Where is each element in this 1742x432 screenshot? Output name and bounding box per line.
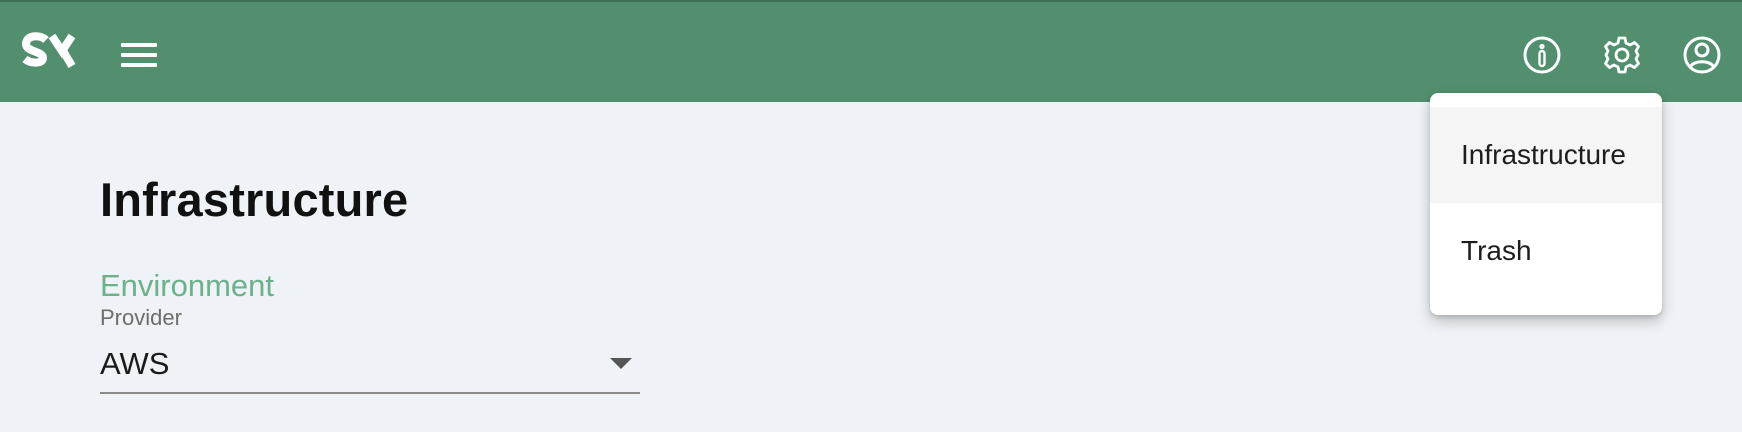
menu-icon-bar bbox=[121, 53, 157, 57]
provider-select-value: AWS bbox=[100, 346, 170, 381]
menu-item-trash[interactable]: Trash bbox=[1430, 203, 1662, 299]
account-icon[interactable] bbox=[1682, 35, 1722, 75]
provider-field-label: Provider bbox=[100, 305, 182, 330]
app-page: Infrastructure Environment Provider AWS … bbox=[0, 0, 1742, 432]
page-title: Infrastructure bbox=[100, 173, 409, 226]
dropdown-arrow-icon bbox=[610, 358, 632, 369]
environment-section-label: Environment bbox=[100, 268, 275, 303]
top-app-bar bbox=[0, 0, 1742, 102]
menu-icon-bar bbox=[121, 63, 157, 67]
menu-icon-bar bbox=[121, 43, 157, 47]
menu-item-infrastructure[interactable]: Infrastructure bbox=[1430, 107, 1662, 203]
logo-icon[interactable] bbox=[21, 32, 78, 76]
settings-menu: Infrastructure Trash bbox=[1430, 93, 1662, 315]
info-icon[interactable] bbox=[1522, 35, 1562, 75]
provider-select[interactable]: AWS bbox=[100, 342, 640, 394]
gear-icon[interactable] bbox=[1602, 35, 1642, 75]
menu-icon[interactable] bbox=[118, 36, 160, 72]
